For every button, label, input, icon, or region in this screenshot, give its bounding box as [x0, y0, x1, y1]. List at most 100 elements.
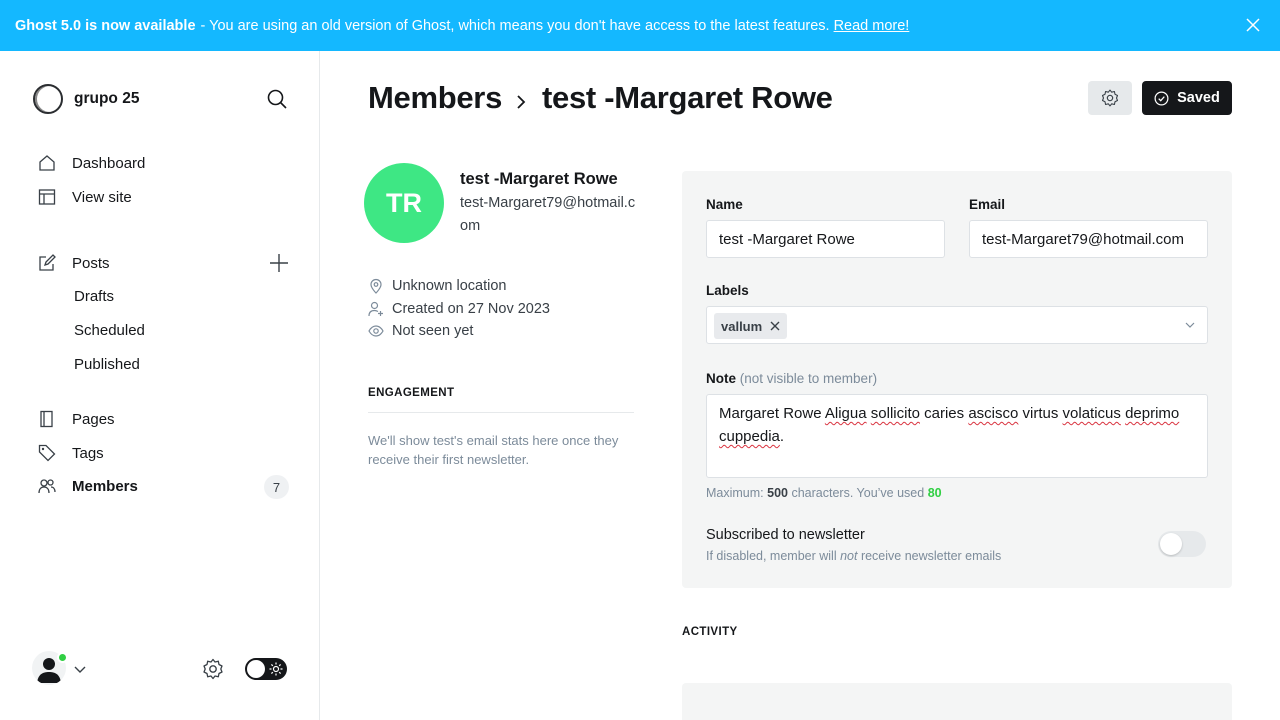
max-mid: characters. You’ve used [791, 486, 925, 500]
activity-heading: ACTIVITY [682, 626, 738, 638]
edit-icon [39, 254, 56, 271]
seen-text: Not seen yet [392, 323, 474, 339]
member-email: test-Margaret79@hotmail.com [460, 195, 636, 234]
member-location: Unknown location [368, 278, 506, 294]
brand[interactable]: grupo 25 [33, 84, 139, 114]
members-count-badge: 7 [264, 475, 289, 499]
eye-icon [368, 325, 384, 337]
sidebar-item-view-site[interactable]: View site [38, 188, 132, 206]
breadcrumb: Members test -Margaret Rowe [368, 80, 833, 116]
home-icon [39, 155, 55, 171]
engagement-divider [368, 412, 634, 413]
breadcrumb-members-link[interactable]: Members [368, 80, 502, 116]
member-avatar: TR [364, 163, 444, 243]
note-text: caries [919, 405, 969, 422]
newsletter-desc-a: If disabled, member will [706, 549, 841, 563]
close-icon[interactable] [1244, 16, 1262, 34]
note-text: volaticus [1062, 405, 1121, 422]
newsletter-toggle[interactable] [1158, 531, 1206, 557]
member-created: Created on 27 Nov 2023 [368, 301, 550, 317]
max-value: 500 [767, 486, 788, 500]
note-text: Aligua [824, 405, 867, 422]
banner-title: Ghost 5.0 is now available [15, 17, 196, 34]
sidebar-item-published[interactable]: Published [74, 356, 140, 373]
toggle-knob [1160, 533, 1182, 555]
note-text: sollicito [870, 405, 920, 422]
location-text: Unknown location [392, 278, 507, 294]
newsletter-desc-b: receive newsletter emails [857, 549, 1002, 563]
note-label-hint: (not visible to member) [739, 371, 878, 386]
name-label: Name [706, 197, 743, 212]
note-char-count: Maximum: 500 characters. You’ve used 80 [706, 486, 942, 500]
newsletter-desc-em: not [840, 549, 858, 563]
note-text: . [779, 428, 785, 445]
gear-icon[interactable] [201, 657, 225, 681]
toggle-knob [247, 660, 265, 678]
note-text: ascisco [968, 405, 1019, 422]
sidebar-item-label: Tags [72, 444, 104, 462]
member-last-seen: Not seen yet [368, 323, 473, 339]
sidebar-item-scheduled[interactable]: Scheduled [74, 322, 145, 339]
sidebar-item-drafts[interactable]: Drafts [74, 288, 114, 305]
members-icon [38, 479, 56, 494]
chevron-down-icon[interactable] [73, 662, 87, 676]
sun-icon [269, 662, 283, 676]
note-text: deprimo [1125, 405, 1180, 422]
engagement-text: We'll show test's email stats here once … [368, 433, 619, 467]
chevron-down-icon[interactable] [1184, 319, 1196, 331]
labels-label: Labels [706, 283, 749, 298]
email-label: Email [969, 197, 1006, 212]
engagement-heading: ENGAGEMENT [368, 387, 455, 399]
site-name: grupo 25 [74, 90, 140, 107]
label-chip: vallum [714, 313, 788, 339]
user-add-icon [368, 301, 383, 317]
sidebar-item-label: View site [72, 188, 132, 206]
banner-read-more-link[interactable]: Read more! [834, 18, 910, 34]
sidebar-item-label: Pages [72, 410, 115, 428]
sidebar-item-label: Posts [72, 254, 110, 272]
activity-panel [682, 683, 1232, 720]
page-title: test -Margaret Rowe [542, 80, 833, 115]
page-icon [40, 410, 53, 428]
member-name: test -Margaret Rowe [460, 170, 618, 188]
banner-message: - You are using an old version of Ghost,… [200, 17, 830, 34]
max-prefix: Maximum: [706, 486, 764, 500]
note-label: Note (not visible to member) [706, 371, 877, 386]
note-text: cuppedia [719, 428, 780, 445]
newsletter-description: If disabled, member will not receive new… [706, 549, 1001, 563]
location-pin-icon [370, 278, 382, 294]
used-value: 80 [927, 486, 942, 500]
note-label-text: Note [706, 371, 736, 386]
sidebar-item-members[interactable]: Members [38, 477, 138, 495]
note-textarea[interactable]: Margaret Rowe Aligua sollicito caries as… [706, 394, 1208, 478]
save-button-label: Saved [1177, 90, 1220, 106]
note-text: Margaret Rowe [719, 405, 825, 422]
newsletter-title: Subscribed to newsletter [706, 527, 865, 543]
created-text: Created on 27 Nov 2023 [392, 301, 550, 317]
gear-icon [1101, 89, 1119, 107]
add-post-icon[interactable] [268, 252, 290, 274]
sidebar-item-pages[interactable]: Pages [38, 410, 115, 428]
check-circle-icon [1154, 91, 1169, 105]
online-status-dot [57, 652, 68, 663]
tag-icon [38, 444, 56, 462]
search-icon[interactable] [266, 88, 288, 110]
sidebar-item-label: Dashboard [72, 154, 146, 172]
view-site-icon [38, 189, 56, 205]
sidebar-item-tags[interactable]: Tags [38, 444, 104, 462]
member-settings-button[interactable] [1088, 81, 1132, 115]
sidebar-item-label: Members [72, 477, 138, 495]
name-field[interactable]: test -Margaret Rowe [706, 220, 945, 258]
save-button[interactable]: Saved [1142, 81, 1232, 115]
remove-label-icon[interactable] [770, 321, 780, 331]
site-logo [33, 84, 63, 114]
label-chip-text: vallum [721, 318, 763, 334]
update-banner: Ghost 5.0 is now available - You are usi… [0, 0, 1280, 51]
sidebar-item-posts[interactable]: Posts [38, 254, 110, 272]
theme-toggle[interactable] [245, 658, 287, 680]
chevron-right-icon [517, 95, 526, 109]
email-field[interactable]: test-Margaret79@hotmail.com [969, 220, 1208, 258]
sidebar-item-dashboard[interactable]: Dashboard [38, 154, 145, 172]
note-text: virtus [1018, 405, 1063, 422]
sidebar: grupo 25 Dashboard View site Posts Draft… [0, 51, 320, 720]
